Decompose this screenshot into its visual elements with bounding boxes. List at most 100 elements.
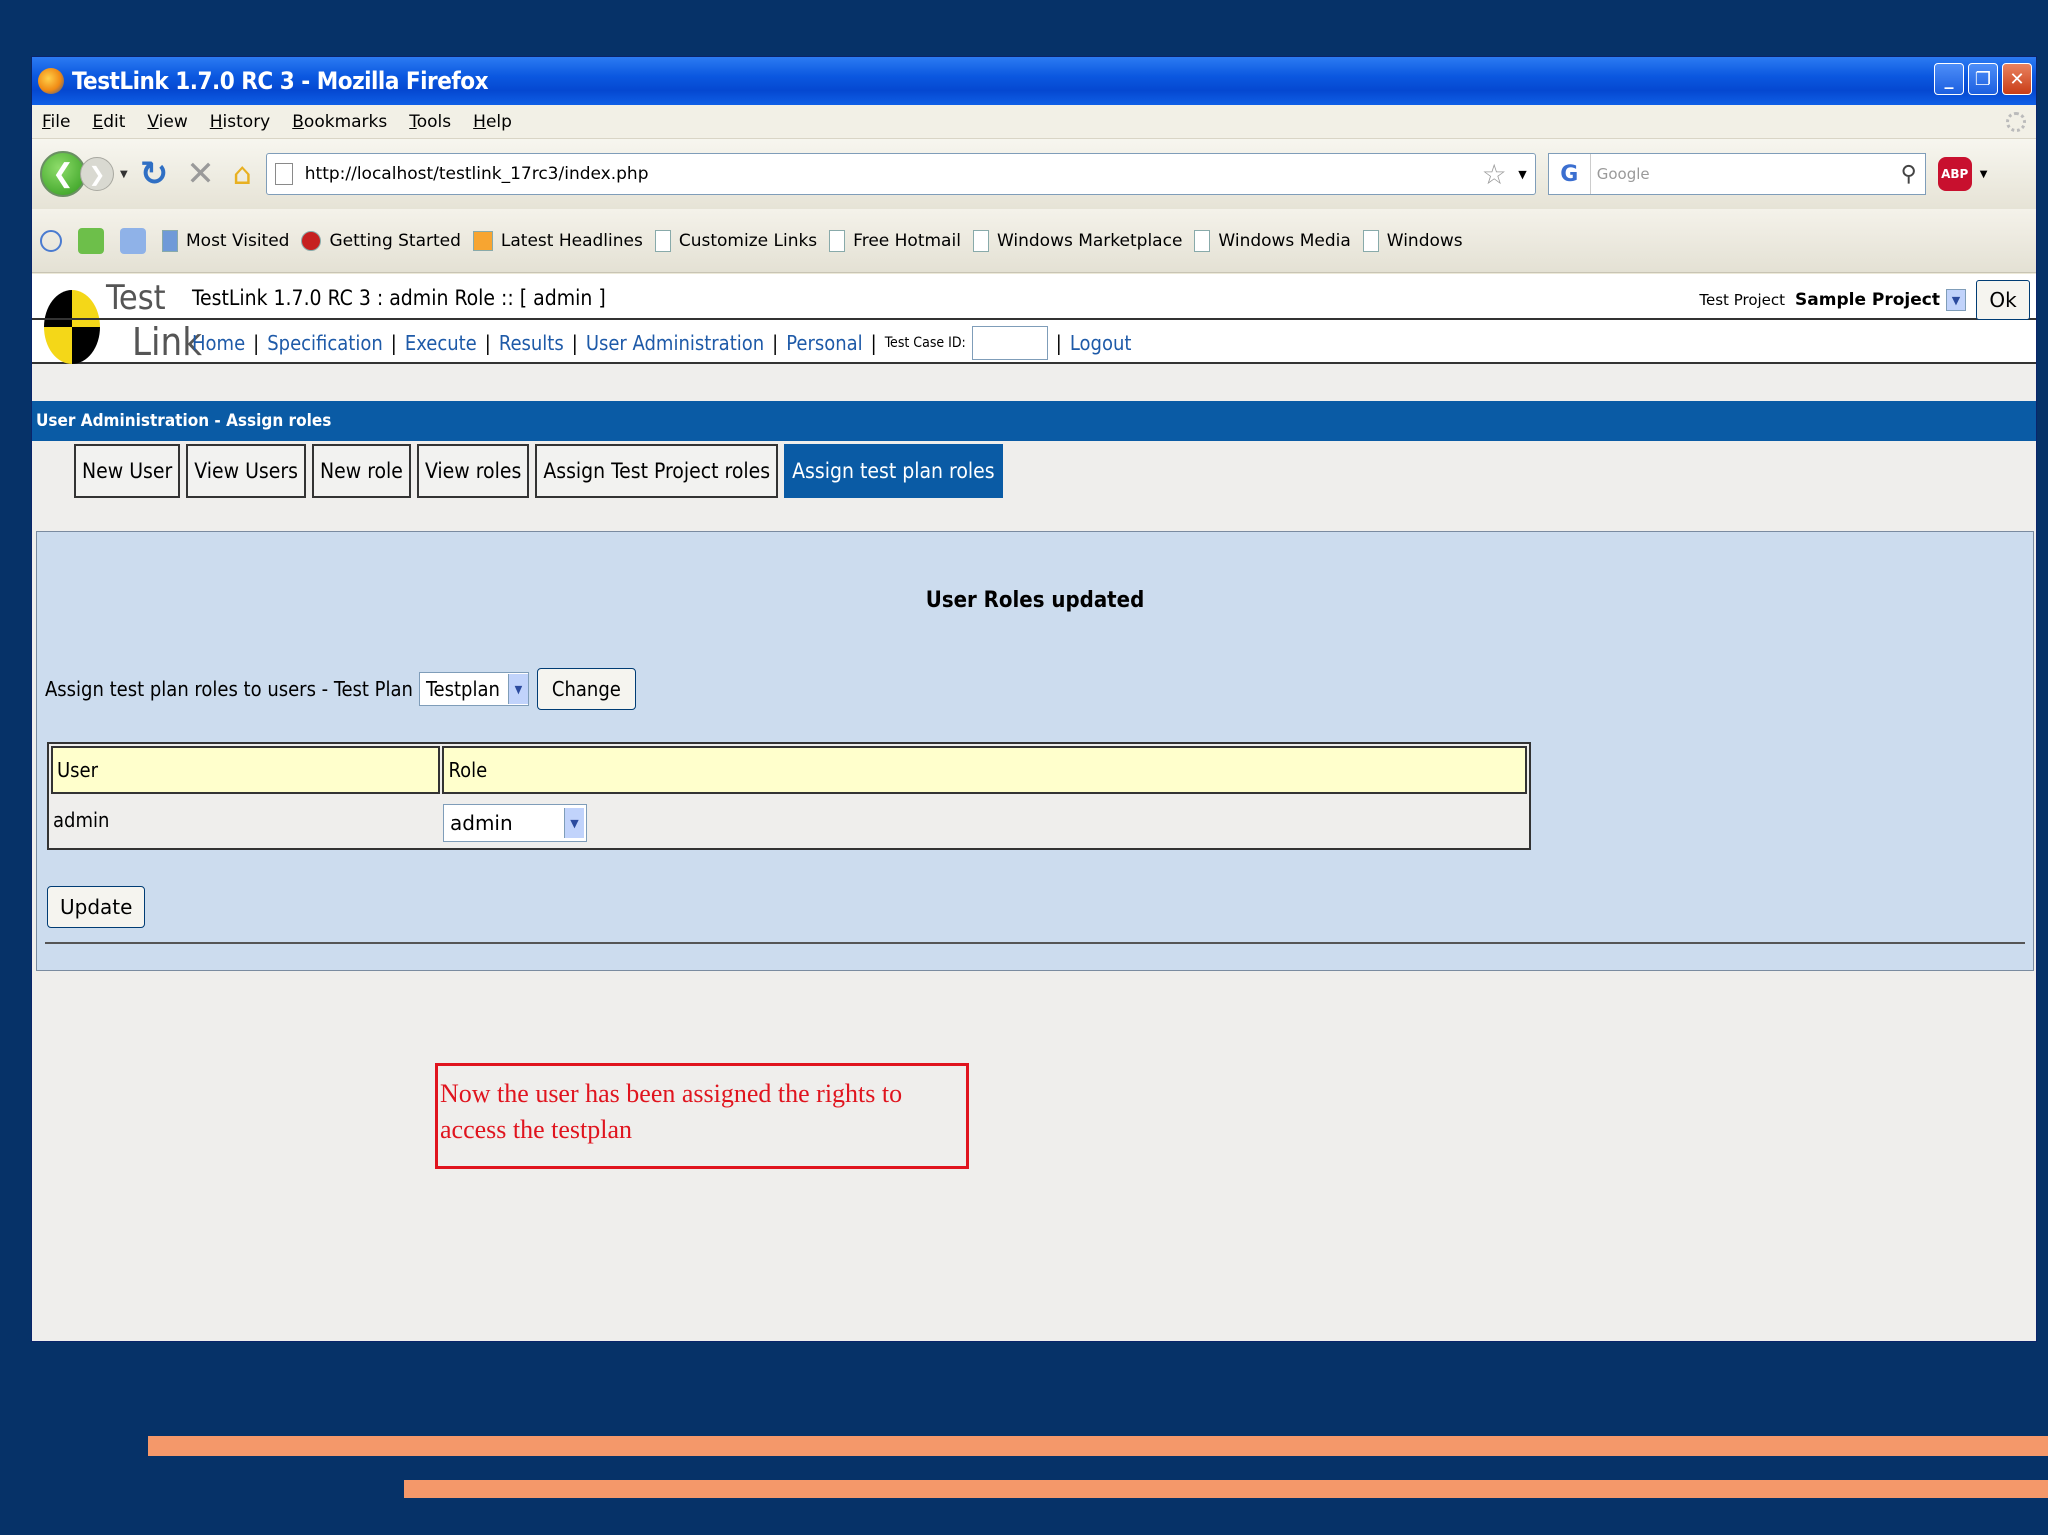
history-dropdown-icon[interactable]: ▼: [120, 169, 128, 180]
test-case-id-input[interactable]: [971, 326, 1048, 360]
window-titlebar[interactable]: TestLink 1.7.0 RC 3 - Mozilla Firefox _ …: [32, 57, 2036, 105]
nav-specification[interactable]: Specification: [267, 331, 383, 355]
getting-started-icon: [301, 230, 322, 251]
nav-results[interactable]: Results: [499, 331, 564, 355]
navigation-toolbar: ❮ ❯ ▼ ↻ ✕ ⌂ http://localhost/testlink_17…: [32, 139, 2036, 209]
status-message: User Roles updated: [925, 588, 1145, 613]
nav-home[interactable]: Home: [192, 331, 245, 355]
bookmark-star-icon[interactable]: ☆: [1482, 158, 1507, 191]
annotation-callout: Now the user has been assigned the right…: [435, 1063, 969, 1169]
section-title: User Administration - Assign roles: [32, 401, 2036, 441]
close-button[interactable]: ✕: [2002, 63, 2032, 95]
nav-execute[interactable]: Execute: [405, 331, 477, 355]
page-title: TestLink 1.7.0 RC 3 : admin Role :: [ ad…: [192, 286, 606, 310]
browser-window: TestLink 1.7.0 RC 3 - Mozilla Firefox _ …: [31, 56, 2037, 1342]
roles-table: User Role admin admin ▼: [47, 742, 1531, 850]
column-header-user: User: [51, 746, 441, 794]
test-project-label: Test Project: [1699, 291, 1786, 309]
menu-edit[interactable]: Edit: [92, 112, 125, 132]
menu-tools[interactable]: Tools: [409, 112, 451, 132]
tab-new-user[interactable]: New User: [74, 444, 181, 498]
forward-button[interactable]: ❯: [80, 157, 114, 191]
bookmark-windows-marketplace[interactable]: Windows Marketplace: [972, 229, 1182, 252]
page-icon: [972, 229, 989, 252]
restore-button[interactable]: ❐: [1968, 63, 1998, 95]
nav-personal[interactable]: Personal: [786, 331, 862, 355]
panel-divider: [45, 942, 2025, 944]
testlink-header: Test Link TestLink 1.7.0 RC 3 : admin Ro…: [32, 274, 2036, 364]
url-text: http://localhost/testlink_17rc3/index.ph…: [304, 164, 649, 184]
decorative-stripe-top: [148, 1436, 2048, 1456]
bookmark-most-visited[interactable]: Most Visited: [162, 229, 289, 252]
add-bookmark-icon[interactable]: [78, 227, 104, 254]
bookmark-free-hotmail[interactable]: Free Hotmail: [829, 229, 961, 252]
window-title: TestLink 1.7.0 RC 3 - Mozilla Firefox: [72, 67, 489, 95]
page-icon: [654, 229, 671, 252]
bookmarks-toolbar: Most Visited Getting Started Latest Head…: [32, 209, 2036, 273]
update-button[interactable]: Update: [47, 886, 146, 928]
tab-new-role[interactable]: New role: [311, 444, 411, 498]
menu-help[interactable]: Help: [473, 112, 512, 132]
minimize-button[interactable]: _: [1934, 63, 1964, 95]
main-nav: Home | Specification | Execute | Results | U…: [192, 326, 1131, 360]
tab-assign-test-project-roles[interactable]: Assign Test Project roles: [535, 444, 779, 498]
admin-tabs: New User View Users New role View roles …: [74, 444, 1003, 498]
rss-icon: [472, 230, 493, 251]
testlink-logo[interactable]: Test Link: [44, 278, 202, 364]
bookmark-windows[interactable]: Windows: [1362, 229, 1463, 252]
menu-history[interactable]: History: [210, 112, 271, 132]
tab-view-roles[interactable]: View roles: [416, 444, 530, 498]
page-icon: [1194, 229, 1211, 252]
home-icon[interactable]: ⌂: [233, 157, 252, 192]
search-icon[interactable]: ⚲: [1901, 162, 1917, 187]
menu-view[interactable]: View: [147, 112, 187, 132]
testplan-select[interactable]: Testplan ▼: [418, 672, 529, 706]
table-header-row: User Role: [51, 746, 1527, 794]
change-button[interactable]: Change: [536, 668, 636, 710]
firefox-icon: [38, 68, 64, 94]
logo-emblem: [44, 290, 100, 364]
magnifier-tool-icon[interactable]: [40, 229, 62, 252]
assign-roles-panel: User Roles updated Assign test plan role…: [36, 531, 2034, 971]
bookmark-customize-links[interactable]: Customize Links: [654, 229, 817, 252]
throbber-icon: [2006, 112, 2026, 132]
tab-assign-test-plan-roles[interactable]: Assign test plan roles: [784, 444, 1003, 498]
column-header-role: Role: [442, 746, 1527, 794]
url-dropdown-icon[interactable]: ▼: [1518, 168, 1526, 181]
most-visited-icon: [162, 229, 178, 252]
search-bar[interactable]: G Google ⚲: [1547, 153, 1926, 195]
adblock-dropdown-icon[interactable]: ▼: [1980, 169, 1988, 180]
page-icon: [829, 229, 846, 252]
decorative-stripe-bottom: [404, 1480, 2048, 1498]
nav-user-administration[interactable]: User Administration: [586, 331, 764, 355]
menu-bar: File Edit View History Bookmarks Tools H…: [32, 105, 2036, 139]
chevron-down-icon[interactable]: ▼: [507, 674, 528, 704]
assign-label: Assign test plan roles to users - Test P…: [45, 677, 413, 701]
test-project-select[interactable]: Sample Project: [1795, 290, 1940, 310]
bookmark-getting-started[interactable]: Getting Started: [301, 230, 461, 251]
role-select[interactable]: admin ▼: [443, 804, 587, 842]
test-case-id-label: Test Case ID:: [884, 335, 966, 351]
page-icon: [274, 163, 293, 185]
tab-view-users[interactable]: View Users: [186, 444, 306, 498]
nav-logout[interactable]: Logout: [1070, 331, 1132, 355]
url-bar[interactable]: http://localhost/testlink_17rc3/index.ph…: [265, 153, 1536, 195]
chevron-down-icon[interactable]: ▼: [1946, 289, 1966, 311]
page-content: Test Link TestLink 1.7.0 RC 3 : admin Ro…: [32, 274, 2036, 1341]
stop-icon[interactable]: ✕: [186, 154, 215, 194]
project-selector: Test Project Sample Project ▼ Ok: [1699, 280, 2030, 320]
search-placeholder: Google: [1596, 165, 1650, 183]
menu-file[interactable]: File: [42, 112, 70, 132]
ok-button[interactable]: Ok: [1976, 280, 2030, 320]
testplan-selector-row: Assign test plan roles to users - Test P…: [45, 668, 636, 710]
adblock-icon[interactable]: ABP: [1937, 157, 1972, 191]
page-icon: [1362, 229, 1379, 252]
bookmark-latest-headlines[interactable]: Latest Headlines: [472, 230, 643, 251]
calendar-icon[interactable]: [120, 227, 146, 254]
reload-icon[interactable]: ↻: [140, 154, 169, 194]
google-search-engine-icon[interactable]: G: [1549, 154, 1591, 194]
bookmark-windows-media[interactable]: Windows Media: [1194, 229, 1351, 252]
table-cell-user: admin: [53, 808, 110, 832]
chevron-down-icon[interactable]: ▼: [564, 808, 584, 838]
menu-bookmarks[interactable]: Bookmarks: [292, 112, 387, 132]
